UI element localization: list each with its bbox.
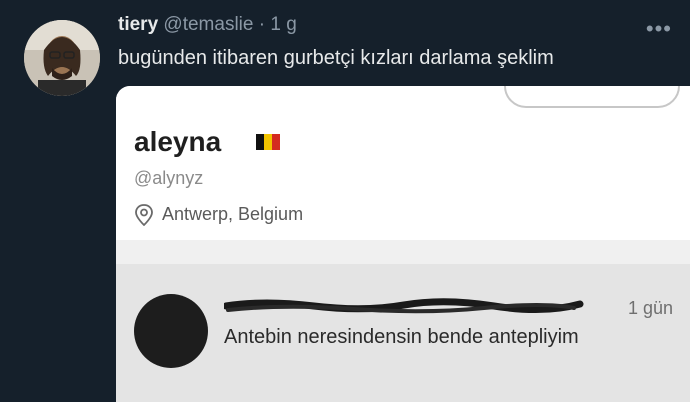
tweet[interactable]: tiery @temaslie · 1 g ••• bugünden itiba… (0, 0, 690, 419)
tweet-text: bugünden itibaren gurbetçi kızları darla… (118, 47, 554, 69)
reply-time: 1 gün (628, 298, 674, 318)
location-pin-icon (135, 204, 153, 227)
profile-card: aleyna @alynyz Antwerp, Belgium (116, 86, 690, 244)
reply-avatar (134, 294, 208, 368)
separator: · (258, 14, 266, 35)
avatar[interactable] (24, 20, 100, 96)
location-text: Antwerp, Belgium (162, 204, 304, 224)
photo-band (116, 240, 690, 264)
handle[interactable]: @temaslie (163, 14, 253, 35)
tweet-photo[interactable]: aleyna @alynyz Antwerp, Belgium 1 gün An… (116, 86, 690, 402)
more-dots-icon[interactable]: ••• (646, 16, 672, 42)
reply-text: Antebin neresindensin bende antepliyim (224, 326, 579, 348)
top-divider (0, 0, 690, 4)
avatar-image (24, 20, 100, 96)
timestamp[interactable]: 1 g (270, 14, 296, 35)
follow-button-edge (504, 86, 680, 108)
bottom-strip (0, 402, 690, 419)
profile-handle: @alynyz (134, 168, 204, 188)
tweet-header: tiery @temaslie · 1 g (118, 14, 297, 36)
profile-name: aleyna (134, 126, 222, 157)
belgium-flag-icon (256, 134, 280, 150)
redaction-scribble (224, 298, 584, 314)
display-name[interactable]: tiery (118, 14, 158, 35)
profile-location: Antwerp, Belgium (134, 204, 304, 227)
